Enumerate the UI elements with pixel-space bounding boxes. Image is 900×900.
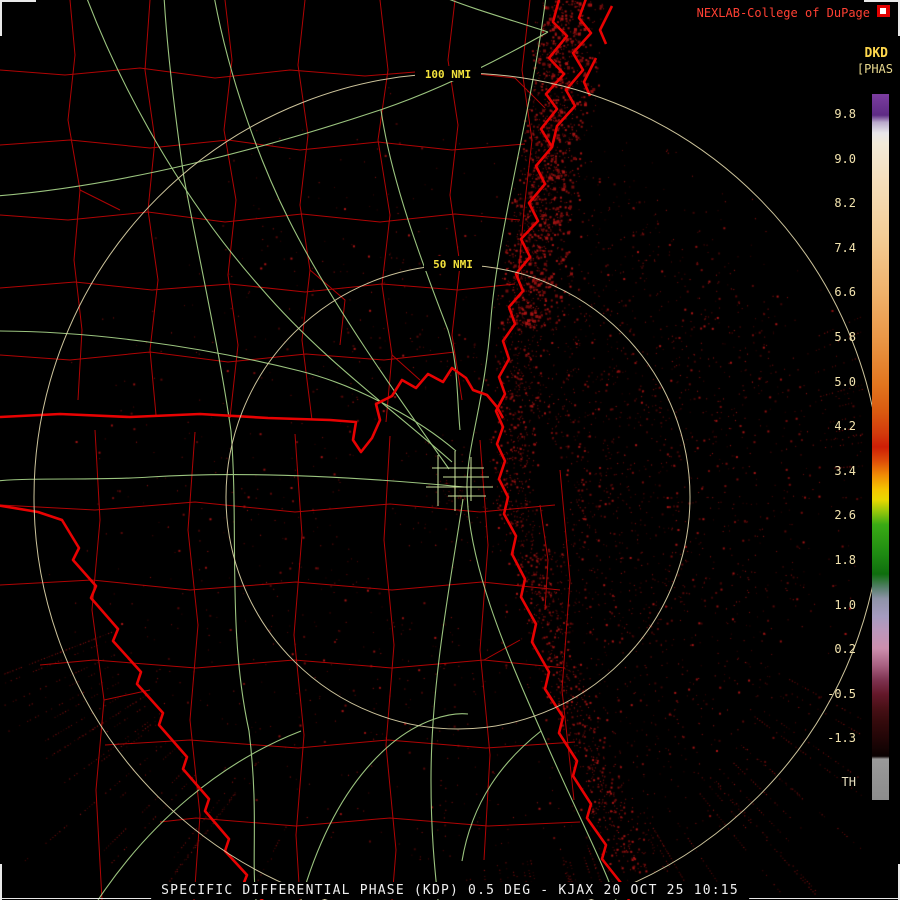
brand-text: NEXLAB-College of DuPage (696, 6, 870, 20)
colorbar-tick-label: 1.8 (834, 553, 856, 567)
barrier-islands (582, 57, 598, 97)
cod-flag-icon (877, 5, 890, 17)
atlantic-coastline (494, 0, 631, 900)
radar-display: 50 NMI 100 NMI 9.8 9.0 8.2 7.4 6.6 5.8 5… (0, 0, 900, 900)
product-code: DKD (864, 46, 888, 61)
range-ring-50 (225, 264, 691, 730)
county-borders-layer (0, 0, 581, 900)
coastline-borders-layer (0, 0, 631, 900)
colorbar-tick-label: 1.0 (834, 598, 856, 612)
colorbar-tick-label: 4.2 (834, 419, 856, 433)
colorbar-tick-label: 9.8 (834, 107, 856, 121)
colorbar-threshold-label: TH (841, 775, 856, 789)
colorbar-tick-label: 9.0 (834, 152, 856, 166)
colorbar-tick-label: 3.4 (834, 464, 856, 478)
range-ring-label-100: 100 NMI (425, 68, 471, 81)
colorbar-tick-label: -0.5 (827, 687, 856, 701)
frame-marks (0, 0, 900, 900)
colorbar-tick-label: 8.2 (834, 196, 856, 210)
colorbar (872, 94, 889, 800)
colorbar-tick-label: -1.3 (827, 731, 856, 745)
product-units: [PHAS (856, 62, 893, 76)
radar-map: 50 NMI 100 NMI (0, 0, 900, 900)
colorbar-tick-label: 2.6 (834, 508, 856, 522)
colorbar-labels: 9.8 9.0 8.2 7.4 6.6 5.8 5.0 4.2 3.4 2.6 … (818, 0, 866, 900)
product-caption: SPECIFIC DIFFERENTIAL PHASE (KDP) 0.5 DE… (151, 882, 749, 899)
corner-bracket-top-left (0, 0, 36, 36)
colorbar-tick-label: 0.2 (834, 642, 856, 656)
colorbar-tick-label: 7.4 (834, 241, 856, 255)
colorbar-tick-label: 5.0 (834, 375, 856, 389)
colorbar-tick-label: 6.6 (834, 285, 856, 299)
range-ring-label-50: 50 NMI (433, 258, 473, 271)
barrier-islands (550, 0, 593, 148)
range-rings-layer: 50 NMI 100 NMI (33, 66, 883, 900)
colorbar-tick-label: 5.8 (834, 330, 856, 344)
barrier-islands (598, 5, 614, 45)
